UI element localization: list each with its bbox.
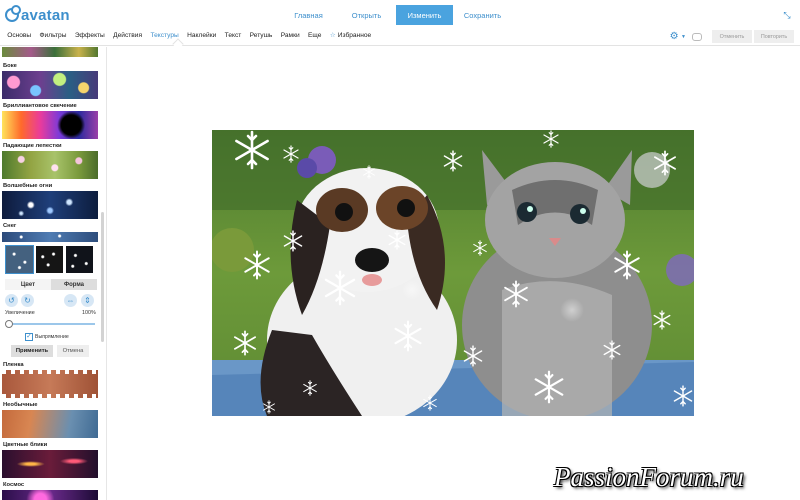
zoom-slider-track[interactable]	[7, 323, 95, 325]
snow-variant-3[interactable]	[65, 245, 94, 274]
snow-variant-1[interactable]	[5, 245, 34, 274]
chat-icon[interactable]	[692, 32, 702, 41]
texture-thumb-boke[interactable]	[2, 71, 98, 99]
texture-thumb-film[interactable]	[2, 370, 98, 398]
texture-label: Волшебные огни	[3, 183, 53, 189]
rotate-right-icon[interactable]: ↻	[21, 294, 34, 307]
tab-shape[interactable]: Форма	[51, 279, 97, 290]
expand-icon[interactable]: ⤡	[782, 10, 792, 20]
apply-button[interactable]: Применить	[11, 345, 53, 357]
tab-color[interactable]: Цвет	[5, 279, 51, 290]
menu-frames[interactable]: Рамки	[277, 28, 304, 46]
nav-open[interactable]: Открыть	[338, 5, 395, 25]
texture-label: Снег	[3, 223, 17, 229]
texture-label: Падающие лепестки	[3, 143, 62, 149]
texture-thumb-lights[interactable]	[2, 191, 98, 219]
logo[interactable]: avatan	[5, 5, 70, 24]
cancel-button[interactable]: Отмена	[57, 345, 89, 357]
straighten-option[interactable]: ✓ Выпрямление	[25, 333, 69, 341]
zoom-label: Увеличение	[5, 310, 35, 316]
apply-row: Применить Отмена	[11, 345, 89, 357]
logo-icon	[5, 5, 21, 22]
straighten-label: Выпрямление	[35, 334, 69, 340]
texture-label: Бриллиантовое свечение	[3, 103, 77, 109]
star-icon: ☆	[329, 32, 336, 39]
menu-favorites-label: Избранное	[337, 32, 372, 39]
menu-filters[interactable]: Фильтры	[35, 28, 70, 46]
snow-mode-tabs: Цвет Форма	[5, 279, 97, 290]
photo-preview[interactable]	[212, 130, 694, 416]
sidebar-scrollbar[interactable]	[101, 212, 104, 342]
menu-stickers[interactable]: Наклейки	[183, 28, 221, 46]
texture-thumb-glare[interactable]	[2, 450, 98, 478]
nav-edit[interactable]: Изменить	[396, 5, 453, 25]
nav-home[interactable]: Главная	[280, 5, 337, 25]
undo-button[interactable]: Отменить	[712, 30, 752, 43]
chevron-down-icon[interactable]: ▼	[681, 34, 686, 40]
snow-variants	[5, 245, 95, 274]
texture-thumb-petals[interactable]	[2, 151, 98, 179]
transform-tools: ↺ ↻ ⇔ ⇕	[5, 294, 97, 307]
photo-image	[212, 130, 694, 416]
check-icon[interactable]: ✓	[25, 333, 33, 341]
flip-vertical-icon[interactable]: ⇕	[81, 294, 94, 307]
texture-thumb-unusual[interactable]	[2, 410, 98, 438]
menu-actions[interactable]: Действия	[109, 28, 146, 46]
logo-text: avatan	[21, 6, 70, 24]
flip-horizontal-icon[interactable]: ⇔	[64, 294, 77, 307]
texture-label: Необычные	[3, 402, 38, 408]
snow-variant-2[interactable]	[35, 245, 64, 274]
texture-sidebar: Боке Бриллиантовое свечение Падающие леп…	[0, 47, 107, 500]
gear-icon[interactable]: ⚙	[667, 31, 681, 42]
menu-bar: Основы Фильтры Эффекты Действия Текстуры…	[0, 28, 800, 50]
editor-canvas	[108, 47, 800, 500]
app: avatan Главная Открыть Изменить Сохранит…	[0, 0, 800, 500]
zoom-value: 100%	[82, 310, 96, 316]
texture-thumb-previous[interactable]	[2, 47, 98, 57]
texture-label: Пленка	[3, 362, 24, 368]
history-tools: ⚙ ▼ Отменить Повторить	[667, 30, 794, 43]
redo-button[interactable]: Повторить	[754, 30, 794, 43]
zoom-slider-handle[interactable]	[5, 320, 13, 328]
menu-text[interactable]: Текст	[220, 28, 245, 46]
texture-thumb-snow[interactable]	[2, 232, 98, 242]
top-bar: avatan Главная Открыть Изменить Сохранит…	[0, 0, 800, 28]
texture-label: Цветные блики	[3, 442, 48, 448]
nav-save[interactable]: Сохранить	[454, 5, 511, 25]
texture-label: Космос	[3, 482, 25, 488]
menu-effects[interactable]: Эффекты	[71, 28, 109, 46]
menu-more[interactable]: Еще	[304, 28, 326, 46]
menu-retouch[interactable]: Ретушь	[245, 28, 276, 46]
menu-favorites[interactable]: ☆ Избранное	[326, 28, 376, 46]
texture-label: Боке	[3, 63, 17, 69]
rotate-left-icon[interactable]: ↺	[5, 294, 18, 307]
menu: Основы Фильтры Эффекты Действия Текстуры…	[3, 28, 375, 46]
menu-basics[interactable]: Основы	[3, 28, 35, 46]
texture-thumb-space[interactable]	[2, 490, 98, 500]
texture-thumb-diamond[interactable]	[2, 111, 98, 139]
watermark: PassionForum.ru	[554, 462, 744, 492]
top-nav: Главная Открыть Изменить Сохранить	[280, 5, 512, 25]
